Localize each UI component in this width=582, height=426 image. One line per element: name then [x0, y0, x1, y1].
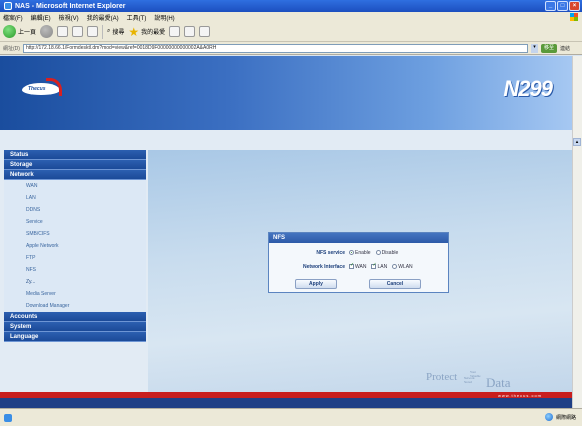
wlan-radio[interactable]: [392, 264, 398, 270]
sidebar-subitem-smb[interactable]: SMB/CIFS: [4, 228, 146, 240]
stop-icon[interactable]: [57, 26, 69, 37]
search-label: 搜尋: [112, 30, 125, 36]
sidebar-item-status[interactable]: Status: [4, 150, 146, 160]
wlan-label: WLAN: [398, 264, 413, 270]
home-icon[interactable]: [87, 26, 99, 37]
lan-label: LAN: [377, 264, 388, 270]
thecus-logo[interactable]: Thecus: [22, 78, 70, 98]
sidebar-item-network[interactable]: Network: [4, 170, 146, 180]
back-arrow-icon: [3, 25, 16, 38]
apply-button[interactable]: Apply: [295, 279, 337, 289]
sidebar-item-accounts[interactable]: Accounts: [4, 312, 146, 322]
favorites-label: 我的最愛: [141, 30, 166, 36]
close-icon[interactable]: ×: [569, 1, 580, 11]
mail-icon[interactable]: [184, 26, 196, 37]
logo-red-arc: [46, 78, 62, 96]
address-dropdown-icon[interactable]: ▾: [530, 43, 538, 53]
maximize-icon[interactable]: □: [557, 1, 568, 11]
network-interface-label: Network Interface: [303, 264, 345, 270]
search-button[interactable]: ⌕ 搜尋: [107, 27, 124, 36]
security-zone[interactable]: 網際網路: [544, 413, 576, 421]
page-header: Thecus N299: [0, 56, 572, 130]
address-input[interactable]: http://172.18.66.1/Formdesktl.dm?mod=vie…: [22, 43, 528, 53]
menu-view[interactable]: 檢視(V): [59, 13, 79, 22]
forward-button[interactable]: [40, 25, 54, 38]
window-title: NAS - Microsoft Internet Explorer: [15, 2, 126, 10]
menu-edit[interactable]: 編輯(E): [31, 13, 51, 22]
watermark-small-mid: Network Stored: [464, 376, 475, 384]
windows-logo-icon: [570, 13, 578, 21]
dialog-title: NFS: [269, 233, 448, 243]
minimize-icon[interactable]: _: [545, 1, 556, 11]
logo-text: Thecus: [28, 86, 46, 92]
menu-help[interactable]: 說明(H): [154, 13, 174, 22]
cancel-button[interactable]: Cancel: [369, 279, 421, 289]
sidebar-subitem-zy[interactable]: Zy...: [4, 276, 146, 288]
back-label: 上一頁: [18, 30, 37, 36]
wlan-option[interactable]: WLAN: [392, 264, 413, 270]
page-status-icon: [4, 413, 12, 422]
menu-favorites[interactable]: 我的最愛(A): [87, 13, 119, 22]
media-icon[interactable]: [169, 26, 181, 37]
status-bar: 網際網路: [0, 408, 582, 426]
watermark-data: Data: [486, 375, 511, 390]
nfs-service-label: NFS service: [316, 250, 345, 256]
toolbar-divider: [102, 24, 104, 39]
lan-checkbox[interactable]: [371, 262, 377, 270]
nfs-service-options: Enable Disable: [349, 250, 398, 256]
nfs-dialog: NFS NFS service Enable Disable Network I…: [268, 232, 449, 293]
sidebar-subitem-ddns[interactable]: DDNS: [4, 204, 146, 216]
enable-label: Enable: [355, 250, 371, 256]
sidebar-item-language[interactable]: Language: [4, 332, 146, 342]
sidebar-subitem-service[interactable]: Service: [4, 216, 146, 228]
wan-label: WAN: [355, 264, 367, 270]
sidebar-subitem-nfs[interactable]: NFS: [4, 264, 146, 276]
sidebar-subitem-wan[interactable]: WAN: [4, 180, 146, 192]
sidebar-subitem-lan[interactable]: LAN: [4, 192, 146, 204]
globe-icon: [544, 413, 553, 421]
menu-file[interactable]: 檔案(F): [3, 13, 23, 22]
sidebar-subitem-media-server[interactable]: Media Server: [4, 288, 146, 300]
disable-label: Disable: [381, 250, 399, 256]
links-label[interactable]: 連結: [560, 45, 570, 52]
page-scrollbar[interactable]: [572, 56, 582, 408]
window-titlebar: NAS - Microsoft Internet Explorer _ □ ×: [0, 0, 582, 12]
sidebar-subitem-apple-network[interactable]: Apple Network: [4, 240, 146, 252]
watermark-protect: Protect: [426, 371, 458, 383]
sidebar-subitem-download-manager[interactable]: Download Manager: [4, 300, 146, 312]
star-icon: ★: [128, 24, 140, 39]
disable-radio[interactable]: [375, 250, 381, 256]
protect-data-watermark: Protect Your Valuable Network Stored Dat…: [426, 367, 511, 390]
network-interface-options: WAN LAN WLAN: [349, 262, 413, 270]
search-icon: ⌕: [107, 28, 111, 34]
address-bar: 網址(D) http://172.18.66.1/Formdesktl.dm?m…: [0, 42, 582, 55]
menu-tools[interactable]: 工具(T): [127, 13, 147, 22]
browser-toolbar: 上一頁 ⌕ 搜尋 ★ 我的最愛: [0, 22, 582, 42]
disable-option[interactable]: Disable: [375, 250, 399, 256]
go-button[interactable]: 移至: [540, 43, 557, 53]
window-controls: _ □ ×: [545, 1, 580, 11]
menu-bar: 檔案(F) 編輯(E) 檢視(V) 我的最愛(A) 工具(T) 說明(H): [0, 12, 582, 22]
print-icon[interactable]: [199, 26, 211, 37]
zone-label: 網際網路: [555, 414, 576, 421]
sidebar-item-system[interactable]: System: [4, 322, 146, 332]
lan-option[interactable]: LAN: [371, 262, 388, 270]
enable-radio[interactable]: [349, 250, 354, 256]
ie-logo-icon: [4, 2, 12, 10]
wan-option[interactable]: WAN: [349, 262, 367, 270]
back-button[interactable]: 上一頁: [3, 25, 36, 38]
wan-checkbox[interactable]: [349, 262, 354, 270]
address-label: 網址(D): [3, 45, 20, 52]
sidebar-item-storage[interactable]: Storage: [4, 160, 146, 170]
nfs-service-row: NFS service Enable Disable: [269, 247, 450, 259]
refresh-icon[interactable]: [72, 26, 84, 37]
favorites-button[interactable]: ★ 我的最愛: [128, 26, 165, 38]
sidebar-nav: Status Storage Network WAN LAN DDNS Serv…: [4, 150, 146, 342]
footer-blue-bar: [0, 398, 572, 408]
model-name: N299: [503, 76, 553, 101]
sidebar-subitem-ftp[interactable]: FTP: [4, 252, 146, 264]
network-interface-row: Network Interface WAN LAN WLAN: [269, 261, 450, 273]
enable-option[interactable]: Enable: [349, 250, 371, 256]
scroll-up-icon[interactable]: ▴: [573, 138, 581, 146]
